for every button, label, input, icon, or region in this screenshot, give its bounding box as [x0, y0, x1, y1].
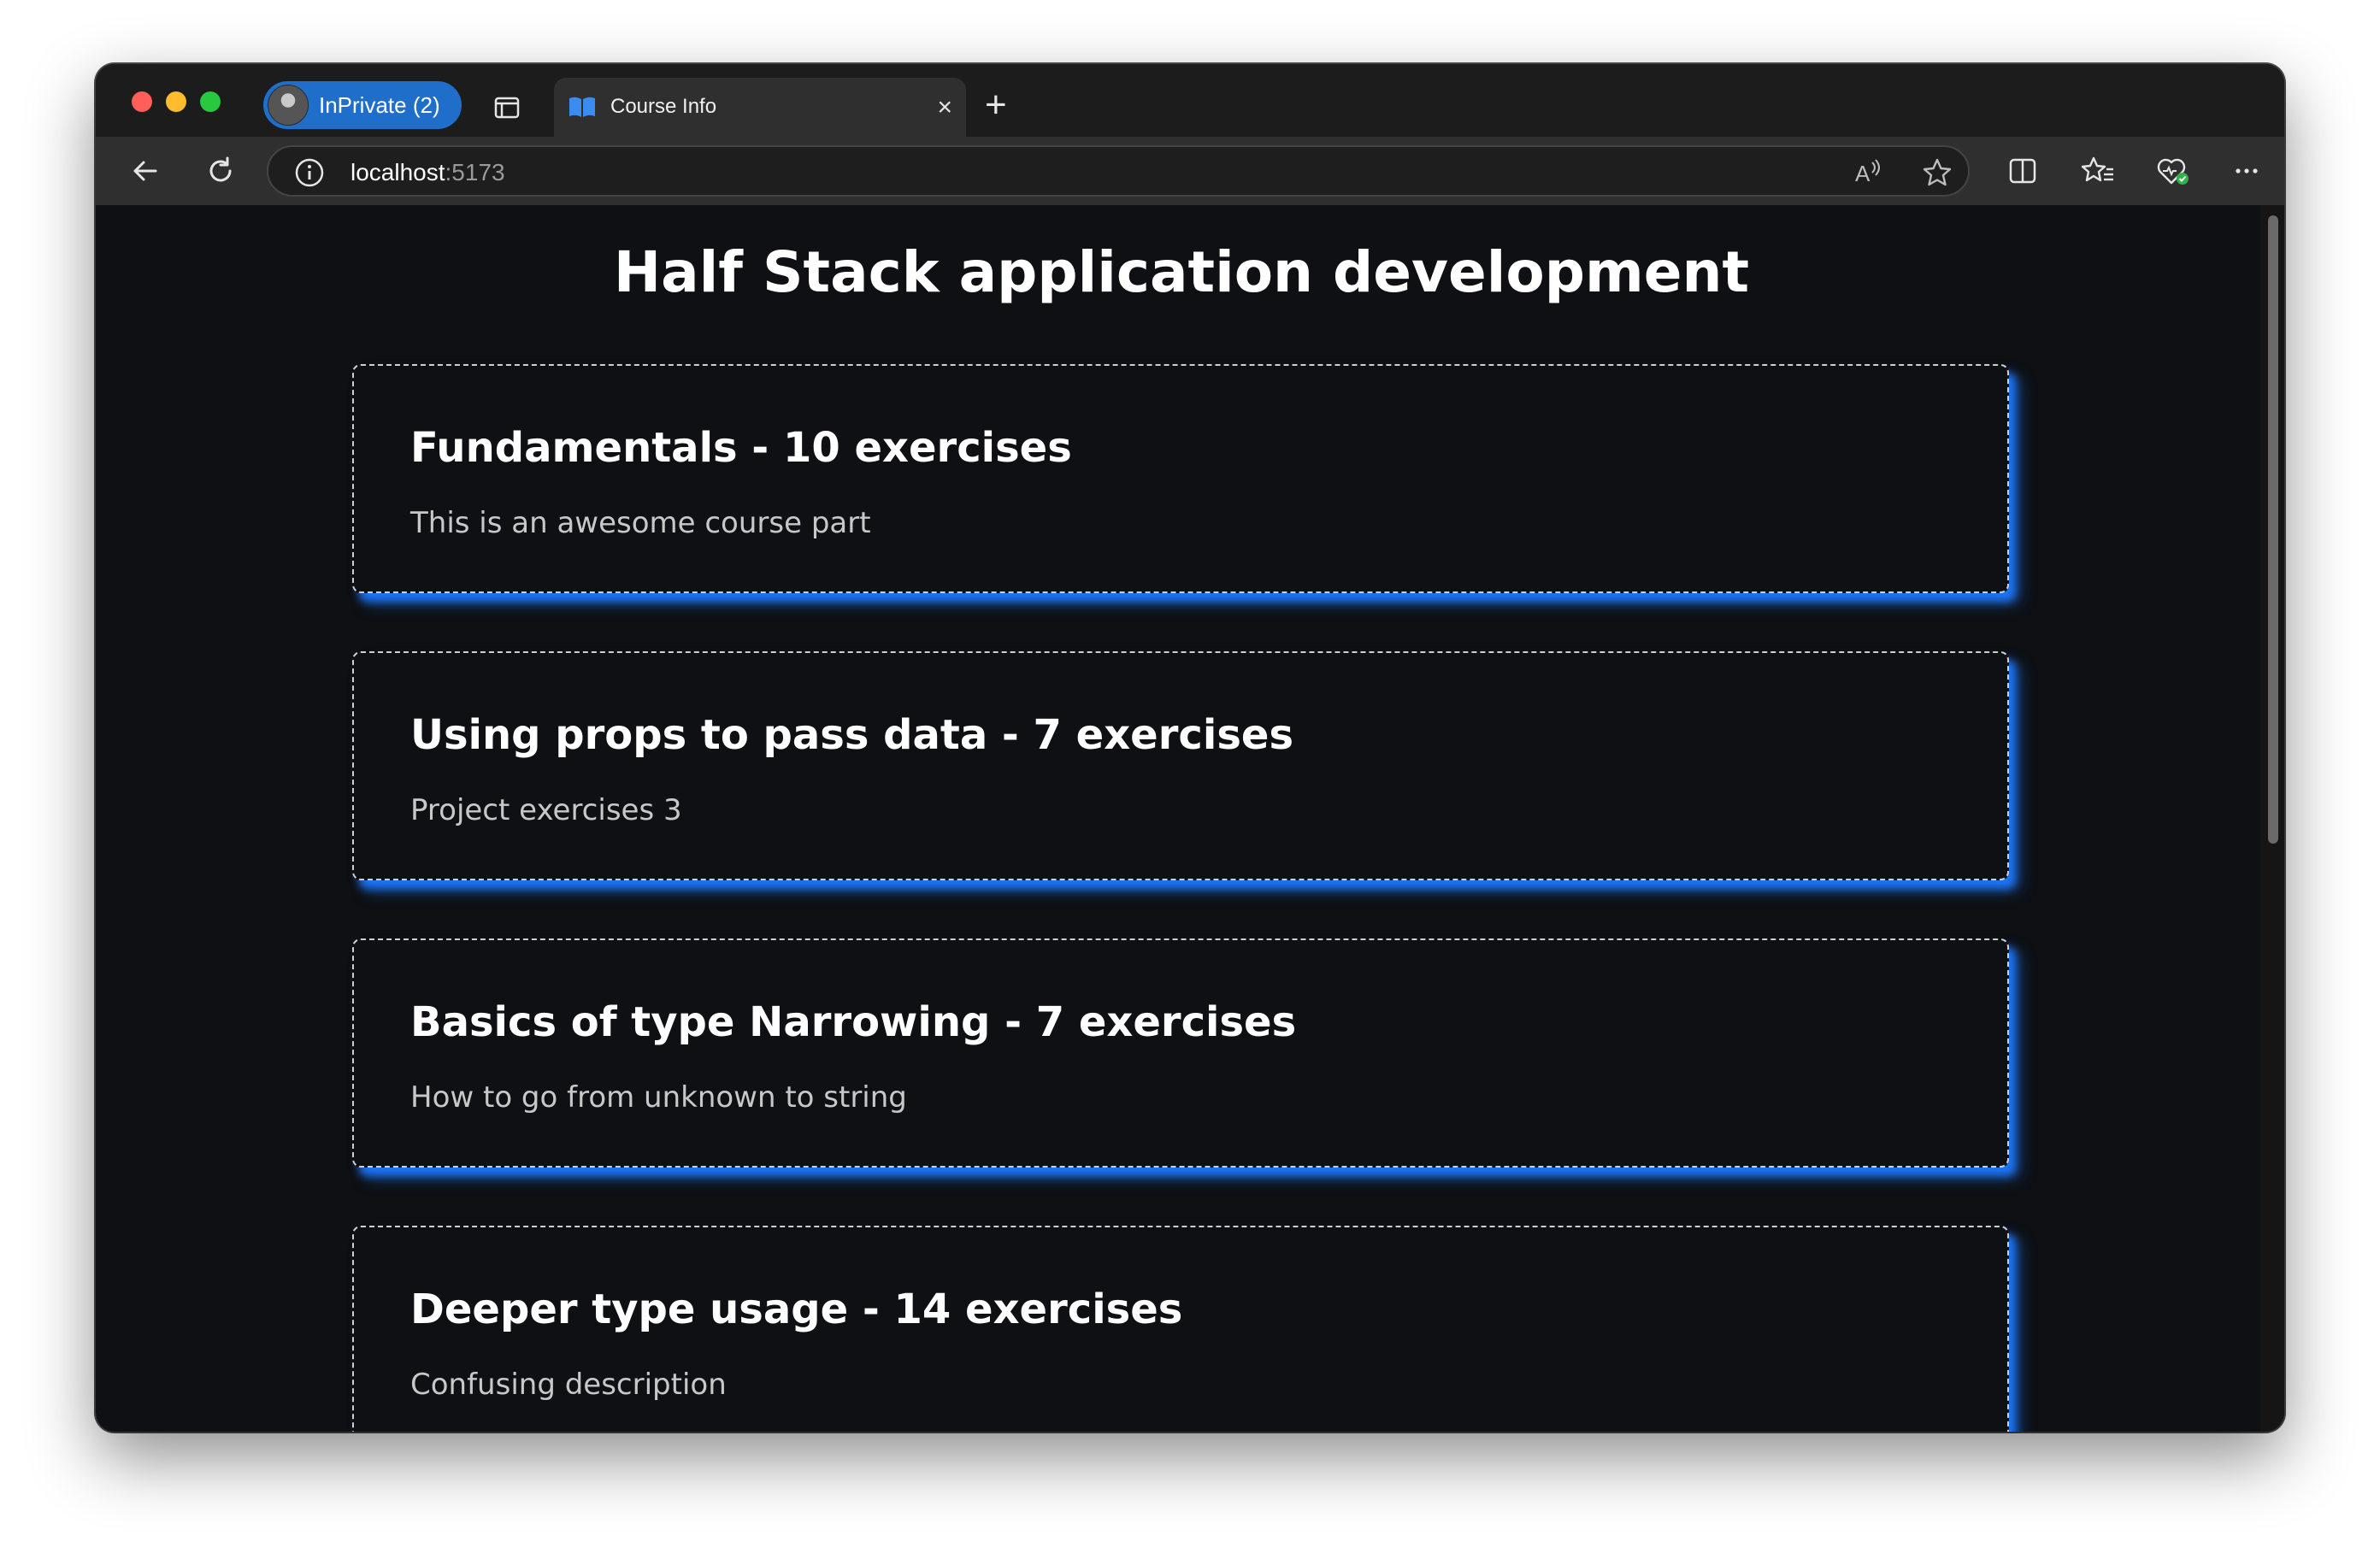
profile-label: InPrivate (2) [319, 91, 440, 118]
url-host: localhost [351, 159, 445, 185]
back-arrow-icon[interactable] [127, 152, 164, 190]
course-part-description: How to go from unknown to string [410, 1080, 907, 1115]
new-tab-button[interactable]: + [985, 86, 1007, 124]
favorites-icon[interactable] [2079, 152, 2117, 190]
course-part-description: This is an awesome course part [410, 506, 871, 540]
minimize-window-button[interactable] [166, 91, 186, 112]
close-icon[interactable]: × [937, 95, 952, 121]
course-part-card: Deeper type usage - 14 exercises Confusi… [352, 1226, 2009, 1432]
page-title: Half Stack application development [613, 239, 1750, 305]
toolbar: localhost:5173 A [96, 137, 2284, 205]
url-port: :5173 [445, 159, 505, 185]
tab-title: Course Info [610, 95, 717, 118]
address-bar[interactable]: localhost:5173 A [267, 145, 1970, 197]
avatar [268, 85, 309, 126]
browser-essentials-icon[interactable] [2154, 152, 2192, 190]
course-part-heading: Deeper type usage - 14 exercises [410, 1285, 1183, 1333]
info-icon[interactable] [294, 157, 325, 188]
more-icon[interactable] [2228, 152, 2265, 190]
book-icon [569, 97, 595, 117]
course-part-heading: Using props to pass data - 7 exercises [410, 711, 1294, 759]
course-part-card: Basics of type Narrowing - 7 exercises H… [352, 938, 2009, 1168]
svg-text:A: A [1855, 161, 1870, 186]
read-aloud-icon[interactable]: A [1852, 156, 1886, 190]
maximize-window-button[interactable] [200, 91, 221, 112]
tab-course-info[interactable]: Course Info × [554, 78, 966, 137]
scrollbar-thumb[interactable] [2268, 215, 2278, 844]
close-window-button[interactable] [132, 91, 152, 112]
inprivate-profile-button[interactable]: InPrivate (2) [263, 81, 462, 129]
refresh-icon[interactable] [202, 152, 239, 190]
vertical-scrollbar[interactable] [2260, 205, 2284, 1432]
url-text: localhost:5173 [351, 159, 505, 186]
course-part-card: Fundamentals - 10 exercises This is an a… [352, 364, 2009, 593]
star-icon[interactable] [1920, 156, 1954, 190]
course-part-heading: Basics of type Narrowing - 7 exercises [410, 998, 1297, 1046]
page-content: Half Stack application development Funda… [103, 205, 2260, 1432]
course-part-description: Project exercises 3 [410, 793, 682, 827]
split-screen-icon[interactable] [2004, 152, 2041, 190]
browser-window: InPrivate (2) Course Info × + localhost:… [96, 64, 2284, 1432]
tab-actions-icon[interactable] [494, 96, 520, 120]
course-part-heading: Fundamentals - 10 exercises [410, 424, 1072, 472]
course-part-description: Confusing description [410, 1368, 727, 1402]
course-part-card: Using props to pass data - 7 exercises P… [352, 651, 2009, 880]
title-bar: InPrivate (2) Course Info × + [96, 64, 2284, 137]
